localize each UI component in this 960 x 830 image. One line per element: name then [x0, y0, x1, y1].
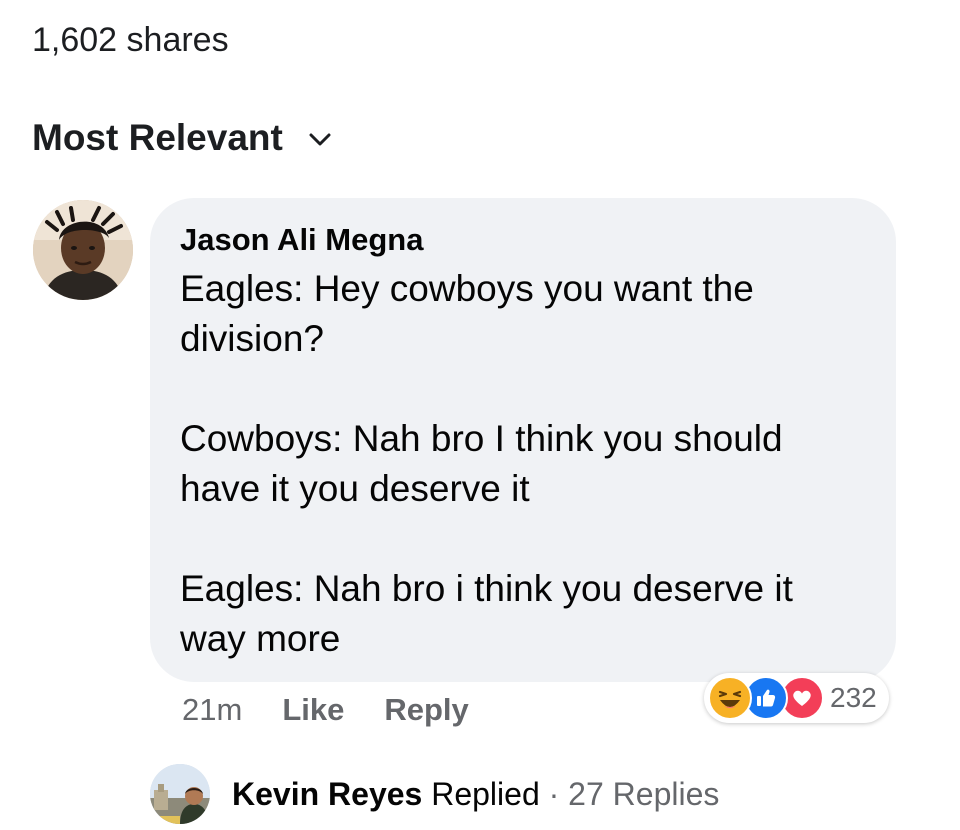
- comment-sort-dropdown[interactable]: Most Relevant: [32, 114, 331, 162]
- comment-actions: 21m Like Reply: [182, 690, 469, 730]
- reply-summary: Kevin Reyes Replied · 27 Replies: [232, 773, 719, 815]
- replier-avatar: [150, 764, 210, 824]
- reactions-summary[interactable]: 232: [704, 673, 889, 723]
- reply-count: 27 Replies: [568, 776, 720, 812]
- comment-bubble: Jason Ali Megna Eagles: Hey cowboys you …: [150, 198, 896, 682]
- reply-action: Replied: [431, 776, 540, 812]
- comment-author[interactable]: Jason Ali Megna: [180, 220, 423, 260]
- reaction-count: 232: [830, 682, 877, 713]
- comment-text: Eagles: Hey cowboys you want the divisio…: [180, 268, 793, 659]
- reply-button[interactable]: Reply: [384, 690, 468, 730]
- reply-separator: ·: [548, 776, 560, 812]
- replier-name: Kevin Reyes: [232, 776, 423, 812]
- like-button[interactable]: Like: [282, 690, 344, 730]
- comment-timestamp[interactable]: 21m: [182, 690, 242, 730]
- sort-label: Most Relevant: [32, 117, 283, 158]
- commenter-avatar[interactable]: [33, 200, 133, 300]
- chevron-down-icon: [309, 133, 331, 147]
- shares-count[interactable]: 1,602 shares: [32, 18, 229, 62]
- haha-icon: [708, 676, 752, 720]
- view-replies-link[interactable]: Kevin Reyes Replied · 27 Replies: [150, 764, 719, 824]
